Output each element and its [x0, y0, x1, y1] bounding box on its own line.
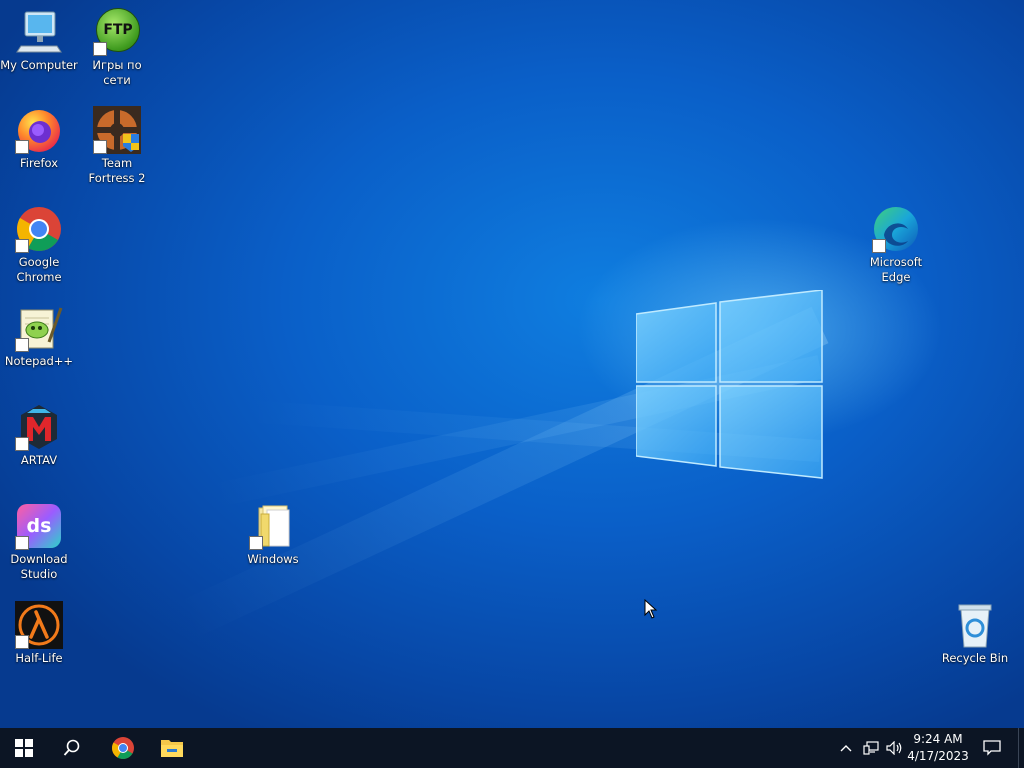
- shortcut-arrow-icon: [15, 437, 29, 451]
- taskbar-file-explorer-button[interactable]: [148, 728, 196, 768]
- shortcut-arrow-icon: [15, 239, 29, 253]
- speaker-icon: [886, 741, 902, 755]
- icon-label: Download Studio: [10, 552, 68, 581]
- team-fortress-2-shortcut[interactable]: Team Fortress 2: [78, 106, 156, 186]
- windows-logo-wallpaper: [636, 290, 823, 479]
- start-icon: [15, 739, 33, 757]
- show-hidden-icons-button[interactable]: [834, 728, 858, 768]
- recycle-bin-icon: [958, 604, 992, 648]
- shortcut-arrow-icon: [93, 140, 107, 154]
- start-button[interactable]: [0, 728, 48, 768]
- windows-folder-shortcut[interactable]: Windows: [234, 502, 312, 567]
- icon-label: Team Fortress 2: [88, 156, 146, 185]
- search-button[interactable]: [48, 728, 96, 768]
- shortcut-arrow-icon: [872, 239, 886, 253]
- microsoft-edge-shortcut[interactable]: Microsoft Edge: [857, 205, 935, 285]
- icon-label: ARTAV: [20, 453, 58, 467]
- artav-shortcut[interactable]: ARTAV: [0, 403, 78, 468]
- google-chrome-shortcut[interactable]: Google Chrome: [0, 205, 78, 285]
- file-explorer-icon: [161, 740, 183, 757]
- shortcut-arrow-icon: [15, 536, 29, 550]
- show-desktop-button[interactable]: [1018, 728, 1024, 768]
- taskbar: 9:24 AM 4/17/2023: [0, 728, 1024, 768]
- recycle-bin[interactable]: Recycle Bin: [936, 601, 1014, 666]
- shortcut-arrow-icon: [15, 338, 29, 352]
- icon-label: My Computer: [0, 58, 78, 72]
- icon-label: Recycle Bin: [941, 651, 1009, 665]
- firefox-shortcut[interactable]: Firefox: [0, 106, 78, 171]
- half-life-shortcut[interactable]: Half-Life: [0, 601, 78, 666]
- shortcut-arrow-icon: [249, 536, 263, 550]
- notification-icon: [983, 740, 1001, 756]
- icon-label: Google Chrome: [16, 255, 62, 284]
- icon-label: Windows: [247, 552, 299, 566]
- network-button[interactable]: [859, 728, 883, 768]
- clock-date: 4/17/2023: [907, 749, 969, 763]
- network-icon: [863, 741, 879, 755]
- icon-label: Half-Life: [15, 651, 63, 665]
- chrome-icon: [112, 737, 134, 759]
- computer-icon: [16, 11, 62, 53]
- search-icon: [63, 739, 80, 756]
- icon-label: Notepad++: [4, 354, 74, 368]
- shortcut-arrow-icon: [15, 635, 29, 649]
- icon-label: Игры по сети: [92, 58, 142, 87]
- clock-time: 9:24 AM: [913, 732, 963, 746]
- mouse-cursor-icon: [644, 599, 658, 619]
- taskbar-chrome-button[interactable]: [99, 728, 147, 768]
- chevron-up-icon: [840, 745, 852, 752]
- volume-button[interactable]: [883, 728, 907, 768]
- ftp-badge-text: FTP: [103, 22, 133, 38]
- taskbar-clock[interactable]: 9:24 AM 4/17/2023: [906, 728, 970, 768]
- desktop[interactable]: My Computer FTP Игры по сети Firefox Tea…: [0, 0, 1024, 728]
- action-center-button[interactable]: [978, 728, 1006, 768]
- my-computer-shortcut[interactable]: My Computer: [0, 8, 78, 73]
- shortcut-arrow-icon: [93, 42, 107, 56]
- download-studio-shortcut[interactable]: ds Download Studio: [0, 502, 78, 582]
- icon-label: Microsoft Edge: [869, 255, 923, 284]
- icon-label: Firefox: [19, 156, 59, 170]
- notepadpp-shortcut[interactable]: Notepad++: [0, 304, 78, 369]
- ftp-games-shortcut[interactable]: FTP Игры по сети: [78, 8, 156, 88]
- download-studio-badge-text: ds: [26, 515, 52, 537]
- shortcut-arrow-icon: [15, 140, 29, 154]
